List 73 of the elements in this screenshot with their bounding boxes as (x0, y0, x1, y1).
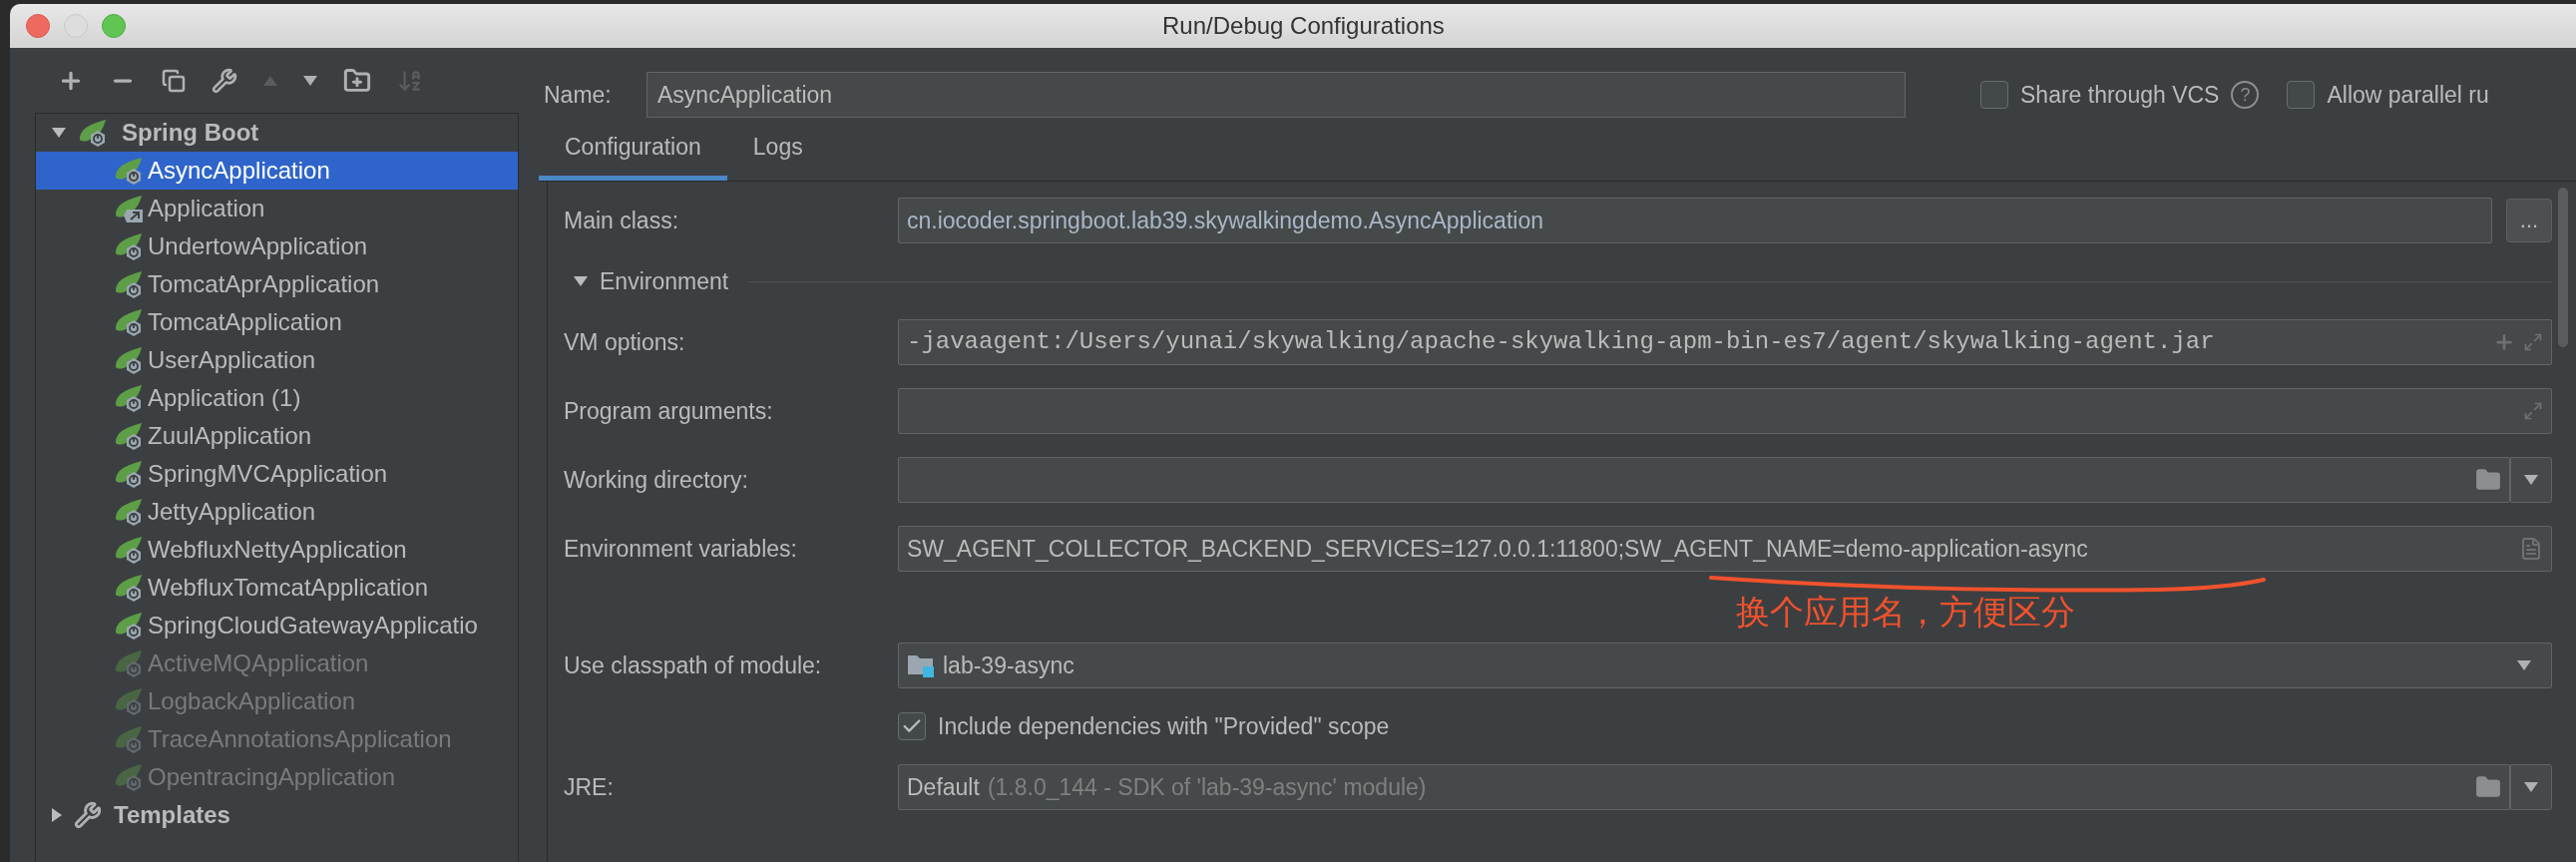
tree-item[interactable]: UndertowApplication (36, 227, 518, 265)
copy-icon[interactable] (162, 68, 186, 93)
field-detail: (1.8.0_144 - SDK of 'lab-39-async' module) (987, 772, 1427, 802)
expand-icon[interactable] (2523, 401, 2543, 421)
scrollbar[interactable] (2558, 188, 2568, 347)
zoom-button[interactable] (102, 14, 126, 38)
collapse-icon[interactable] (574, 276, 588, 286)
tree-item[interactable]: AsyncApplication (36, 152, 518, 190)
name-field[interactable]: AsyncApplication (646, 72, 1906, 118)
expand-arrow-icon[interactable] (52, 808, 62, 822)
checkbox-label: Share through VCS (2020, 80, 2220, 110)
checkbox[interactable] (898, 712, 926, 740)
annotation-text: 换个应用名，方便区分 (1736, 594, 2075, 630)
checkbox-label: Include dependencies with "Provided" scope (938, 711, 1390, 741)
help-icon[interactable]: ? (2231, 81, 2260, 109)
text-field[interactable]: lab-39-async (898, 643, 2552, 688)
spring-boot-icon (114, 194, 146, 223)
field-value: Default (907, 772, 980, 802)
field-value: cn.iocoder.springboot.lab39.skywalkingdemo.AsyncApplication (907, 206, 1543, 235)
text-field[interactable]: cn.iocoder.springboot.lab39.skywalkingdemo.AsyncApplication (898, 198, 2492, 243)
field-label: JRE: (564, 772, 615, 802)
tree-item[interactable]: Application (36, 190, 518, 227)
field-label: Program arguments: (564, 396, 774, 426)
field-value: -javaagent:/Users/yunai/skywalking/apache-skywalking-apm-bin-es7/agent/skywalking-agent.jar (907, 327, 2215, 357)
tab[interactable]: Configuration (539, 119, 727, 181)
window-title: Run/Debug Configurations (1162, 11, 1445, 41)
tree-item[interactable]: SpringCloudGatewayApplicatio (36, 607, 518, 645)
tree-item[interactable]: TomcatApplication (36, 303, 518, 341)
field-label: Name: (543, 80, 613, 110)
new-folder-icon[interactable] (343, 66, 371, 95)
checkbox[interactable] (2287, 81, 2316, 109)
tree-group[interactable]: Spring Boot (122, 115, 259, 151)
field-value: lab-39-async (943, 650, 1074, 680)
document-icon[interactable] (2519, 537, 2543, 561)
text-field[interactable] (898, 388, 2552, 434)
move-down-icon[interactable] (303, 75, 317, 86)
text-field[interactable]: -javaagent:/Users/yunai/skywalking/apache-skywalking-apm-bin-es7/agent/skywalking-agent.jar (898, 319, 2552, 365)
text-field[interactable] (898, 457, 2510, 503)
field-label: VM options: (564, 327, 686, 357)
tree-item[interactable]: ZuulApplication (36, 417, 518, 455)
checkbox-label: Allow parallel ru (2327, 80, 2489, 110)
dropdown-button[interactable] (2510, 764, 2552, 810)
tree-item[interactable]: JettyApplication (36, 493, 518, 531)
folder-icon[interactable] (2475, 774, 2501, 800)
expand-arrow-icon[interactable] (52, 128, 66, 138)
field-label: Main class: (564, 206, 680, 235)
tree-group[interactable]: Templates (114, 797, 230, 833)
folder-icon[interactable] (2475, 467, 2501, 493)
close-button[interactable] (26, 14, 50, 38)
section-title: Environment (600, 266, 729, 296)
field-label: Working directory: (564, 465, 749, 495)
field-label: Use classpath of module: (564, 650, 823, 680)
dropdown-button[interactable] (2510, 457, 2552, 503)
field-value: SW_AGENT_COLLECTOR_BACKEND_SERVICES=127.0.0.1:11800;SW_AGENT_NAME=demo-application-async (907, 534, 2088, 564)
text-field[interactable]: SW_AGENT_COLLECTOR_BACKEND_SERVICES=127.0.0.1:11800;SW_AGENT_NAME=demo-application-async (898, 526, 2552, 572)
tree-item[interactable]: UserApplication (36, 341, 518, 379)
field-label: Environment variables: (564, 534, 798, 564)
module-icon (907, 652, 935, 678)
caret-icon[interactable] (2524, 782, 2538, 792)
tree-item[interactable]: SpringMVCApplication (36, 455, 518, 493)
tree-item[interactable]: Application (1) (36, 379, 518, 417)
checkbox[interactable] (1980, 81, 2008, 109)
text-field[interactable]: Default (1.8.0_144 - SDK of 'lab-39-async' module) (898, 764, 2510, 810)
tree-item[interactable]: TomcatAprApplication (36, 265, 518, 303)
wrench-icon (74, 801, 102, 829)
expand-icon[interactable] (2523, 332, 2543, 352)
tree-item[interactable]: WebfluxNettyApplication (36, 531, 518, 569)
caret-icon[interactable] (2524, 475, 2538, 485)
caret-icon[interactable] (2517, 660, 2531, 670)
wrench-icon[interactable] (212, 67, 237, 94)
tree-item[interactable]: WebfluxTomcatApplication (36, 569, 518, 607)
tab[interactable]: Logs (726, 119, 829, 181)
browse-button[interactable]: ... (2506, 199, 2552, 242)
